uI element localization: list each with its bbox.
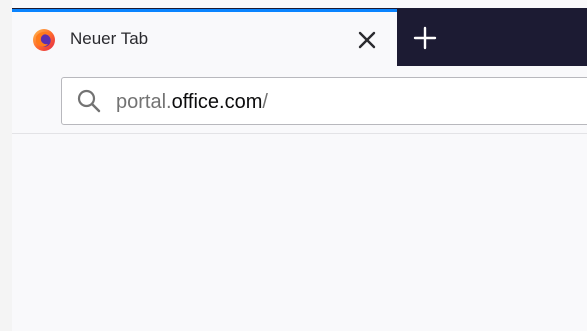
search-icon	[76, 88, 102, 114]
close-icon[interactable]	[355, 28, 379, 52]
plus-icon	[413, 26, 437, 50]
browser-window: Neuer Tab portal.office.com/	[0, 0, 587, 331]
new-tab-button[interactable]	[412, 25, 438, 51]
address-bar[interactable]: portal.office.com/	[61, 77, 587, 125]
url-prefix: portal.	[116, 91, 172, 113]
url-suffix: /	[262, 91, 268, 113]
left-edge-strip	[0, 0, 12, 331]
firefox-logo-icon	[32, 28, 56, 52]
tab-title: Neuer Tab	[70, 29, 149, 48]
url-domain: office.com	[171, 91, 263, 113]
page-content-area	[12, 135, 587, 331]
url-text[interactable]: portal.office.com/	[116, 90, 268, 114]
tab-neuer-tab[interactable]: Neuer Tab	[12, 9, 397, 66]
